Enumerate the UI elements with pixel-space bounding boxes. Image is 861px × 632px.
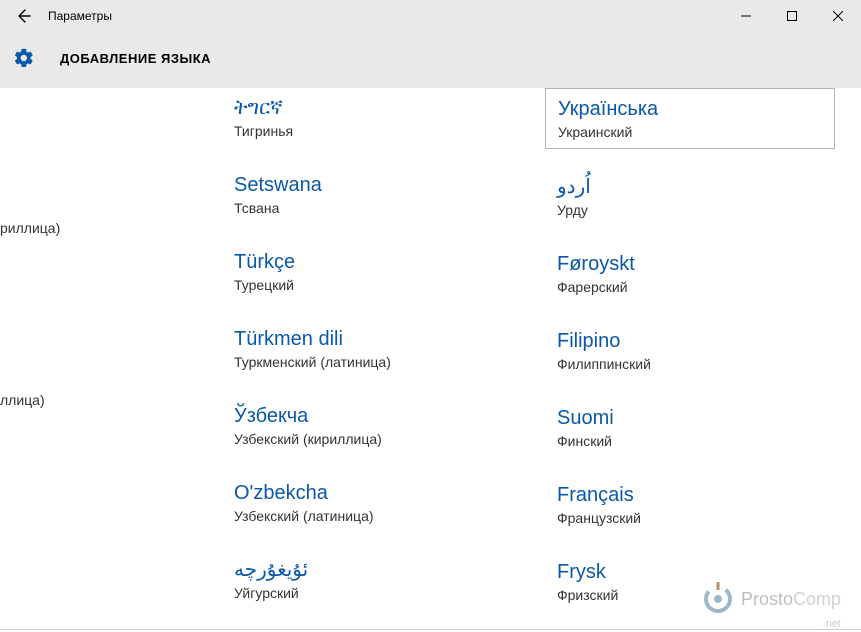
close-button[interactable] — [815, 0, 861, 32]
list-item[interactable]: ллица) — [0, 358, 60, 414]
list-item[interactable]: O'zbekcha Узбекский (латиница) — [222, 473, 502, 532]
list-item[interactable]: Français Французский — [545, 475, 835, 534]
language-local-label: Урду — [557, 202, 823, 218]
titlebar: Параметры — [0, 0, 861, 32]
language-local-label: Филиппинский — [557, 356, 823, 372]
language-local-label: Тигринья — [234, 123, 490, 139]
language-native-label: Filipino — [557, 329, 823, 354]
language-native-label: اُردو — [557, 175, 823, 200]
minimize-button[interactable] — [723, 0, 769, 32]
list-item[interactable]: Setswana Тсвана — [222, 165, 502, 224]
language-native-label: Türkçe — [234, 250, 490, 275]
list-item[interactable]: اُردو Урду — [545, 167, 835, 226]
list-item[interactable]: ትግርኛ Тигринья — [222, 88, 502, 147]
language-local-label: Турецкий — [234, 277, 490, 293]
language-native-label: Français — [557, 483, 823, 508]
divider — [0, 629, 861, 630]
list-item[interactable]: Türkmen dili Туркменский (латиница) — [222, 319, 502, 378]
language-native-label: ئۇيغۇرچە — [234, 558, 490, 583]
language-native-label: Українська — [558, 97, 822, 122]
language-native-label: O'zbekcha — [234, 481, 490, 506]
language-local-label: риллица) — [0, 220, 60, 236]
language-native-label: Türkmen dili — [234, 327, 490, 352]
maximize-button[interactable] — [769, 0, 815, 32]
maximize-icon — [787, 11, 797, 21]
arrow-left-icon — [16, 8, 32, 24]
list-item[interactable]: Українська Украинский — [545, 88, 835, 149]
close-icon — [833, 11, 843, 21]
language-local-label: Фарерский — [557, 279, 823, 295]
language-local-label: Туркменский (латиница) — [234, 354, 490, 370]
back-button[interactable] — [8, 0, 40, 32]
language-native-label: Suomi — [557, 406, 823, 431]
language-local-label: Французский — [557, 510, 823, 526]
language-local-label: Фризский — [557, 587, 823, 603]
language-column-right: Українська Украинский اُردو Урду Føroysk… — [545, 88, 835, 628]
language-native-label: Setswana — [234, 173, 490, 198]
caption-controls — [723, 0, 861, 32]
language-local-label: Узбекский (латиница) — [234, 508, 490, 524]
list-item[interactable]: Frysk Фризский — [545, 552, 835, 611]
language-local-label: Украинский — [558, 124, 822, 140]
language-native-label: Føroyskt — [557, 252, 823, 277]
language-local-label: Финский — [557, 433, 823, 449]
list-item[interactable]: риллица) — [0, 186, 60, 242]
list-item[interactable]: Føroyskt Фарерский — [545, 244, 835, 303]
language-native-label: Frysk — [557, 560, 823, 585]
list-item[interactable]: ئۇيغۇرچە Уйгурский — [222, 550, 502, 609]
list-item[interactable]: Filipino Филиппинский — [545, 321, 835, 380]
language-column-cutoff: риллица) ллица) — [0, 88, 60, 432]
language-local-label: ллица) — [0, 392, 60, 408]
page-header: ДОБАВЛЕНИЕ ЯЗЫКА — [0, 32, 861, 88]
language-local-label: Тсвана — [234, 200, 490, 216]
language-local-label: Узбекский (кириллица) — [234, 431, 490, 447]
watermark-sub: .net — [823, 618, 841, 628]
window-title: Параметры — [48, 9, 112, 23]
list-item[interactable]: Suomi Финский — [545, 398, 835, 457]
list-item[interactable]: Ўзбекча Узбекский (кириллица) — [222, 396, 502, 455]
language-local-label: Уйгурский — [234, 585, 490, 601]
language-native-label: ትግርኛ — [234, 96, 490, 121]
settings-icon — [12, 46, 36, 70]
page-title: ДОБАВЛЕНИЕ ЯЗЫКА — [60, 51, 211, 66]
language-list: риллица) ллица) ትግርኛ Тигринья Setswana Т… — [0, 88, 861, 628]
minimize-icon — [741, 11, 751, 21]
language-column-left: ትግርኛ Тигринья Setswana Тсвана Türkçe Тур… — [222, 88, 502, 627]
list-item[interactable]: Türkçe Турецкий — [222, 242, 502, 301]
language-native-label: Ўзбекча — [234, 404, 490, 429]
